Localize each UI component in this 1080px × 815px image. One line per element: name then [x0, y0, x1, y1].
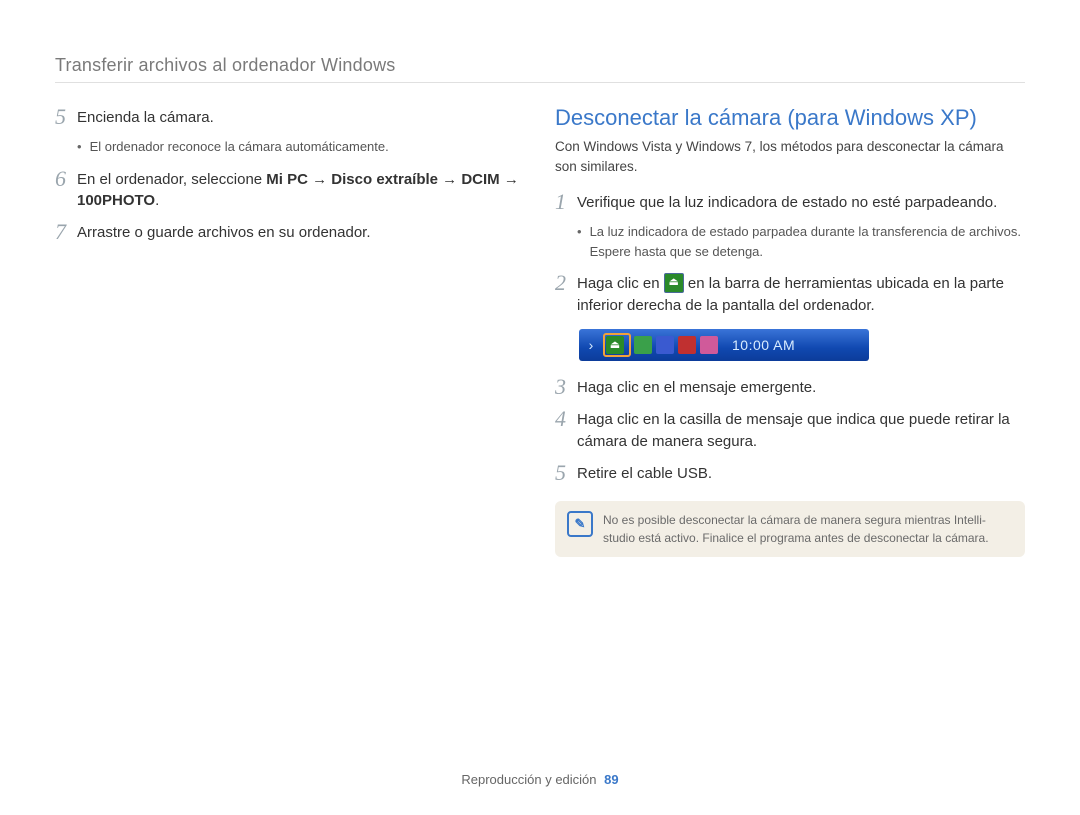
tray-clock: 10:00 AM: [732, 337, 795, 353]
section-subtitle: Con Windows Vista y Windows 7, los métod…: [555, 137, 1025, 176]
left-column: 5 Encienda la cámara. El ordenador recon…: [55, 105, 525, 557]
step-number: 5: [55, 105, 77, 129]
step-number: 6: [55, 167, 77, 191]
footer-section: Reproducción y edición: [461, 772, 596, 787]
step-5: 5 Encienda la cámara.: [55, 105, 525, 129]
step-text: Retire el cable USB.: [577, 461, 712, 485]
step-text: Arrastre o guarde archivos en su ordenad…: [77, 220, 371, 244]
step-5-bullet: El ordenador reconoce la cámara automáti…: [77, 137, 525, 157]
step-6: 6 En el ordenador, seleccione Mi PC → Di…: [55, 167, 525, 213]
tray-icon-volume: [678, 336, 696, 354]
page-footer: Reproducción y edición 89: [0, 772, 1080, 787]
section-title: Desconectar la cámara (para Windows XP): [555, 105, 1025, 131]
footer-page-number: 89: [604, 772, 618, 787]
step-number: 3: [555, 375, 577, 399]
r-step-1-bullet: La luz indicadora de estado parpadea dur…: [577, 222, 1025, 261]
step-text: Haga clic en la casilla de mensaje que i…: [577, 407, 1025, 453]
right-column: Desconectar la cámara (para Windows XP) …: [555, 105, 1025, 557]
r-step-4: 4 Haga clic en la casilla de mensaje que…: [555, 407, 1025, 453]
page-header: Transferir archivos al ordenador Windows: [55, 55, 1025, 83]
note-box: ✎ No es posible desconectar la cámara de…: [555, 501, 1025, 557]
step-text: Haga clic en el mensaje emergente.: [577, 375, 816, 399]
safely-remove-tray-icon: ⏏: [606, 336, 624, 354]
r-step-2: 2 Haga clic en ⏏ en la barra de herramie…: [555, 271, 1025, 317]
safely-remove-icon: ⏏: [664, 273, 684, 293]
step-number: 2: [555, 271, 577, 295]
step-number: 5: [555, 461, 577, 485]
note-text: No es posible desconectar la cámara de m…: [603, 511, 1013, 547]
tray-highlight: ⏏: [603, 333, 631, 357]
step-text: En el ordenador, seleccione Mi PC → Disc…: [77, 167, 525, 213]
step-text: Haga clic en ⏏ en la barra de herramient…: [577, 271, 1025, 317]
r-step-1: 1 Verifique que la luz indicadora de est…: [555, 190, 1025, 214]
tray-icon-display: [656, 336, 674, 354]
step-text: Encienda la cámara.: [77, 105, 214, 129]
taskbar-tray: › ⏏ 10:00 AM: [579, 329, 869, 361]
tray-icon-network: [700, 336, 718, 354]
step-7: 7 Arrastre o guarde archivos en su orden…: [55, 220, 525, 244]
step-number: 1: [555, 190, 577, 214]
step-text: Verifique que la luz indicadora de estad…: [577, 190, 997, 214]
tray-icon-shield: [634, 336, 652, 354]
step-number: 4: [555, 407, 577, 431]
step-number: 7: [55, 220, 77, 244]
r-step-5: 5 Retire el cable USB.: [555, 461, 1025, 485]
note-icon: ✎: [567, 511, 593, 537]
tray-expand-icon: ›: [579, 329, 603, 361]
r-step-3: 3 Haga clic en el mensaje emergente.: [555, 375, 1025, 399]
